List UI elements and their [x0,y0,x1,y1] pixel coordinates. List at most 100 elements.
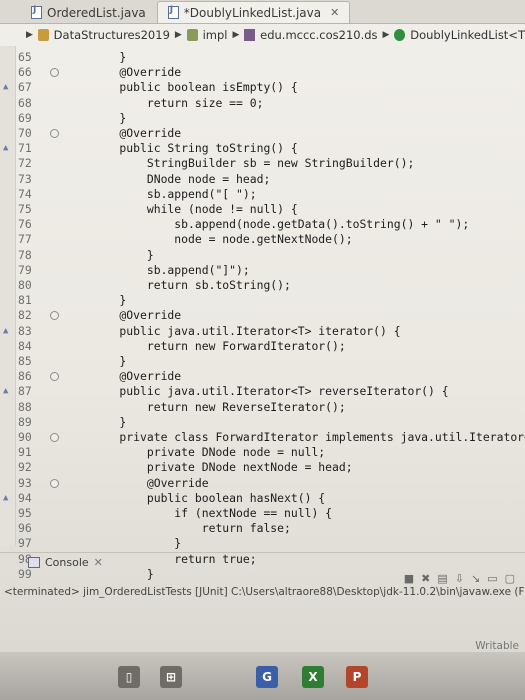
chevron-right-icon: ▶ [382,30,390,40]
tab-label: OrderedList.java [47,5,146,20]
line-number: 72 [18,156,32,171]
display-console-icon[interactable]: ▭ [487,572,497,585]
code-line[interactable]: 88 return new ReverseIterator(); [0,400,525,415]
line-number: 97 [18,536,32,551]
code-line[interactable]: 74 sb.append("[ "); [0,187,525,202]
code-text: node = node.getNextNode(); [92,232,353,247]
code-text: return new ForwardIterator(); [92,338,346,353]
code-line[interactable]: 90 private class ForwardIterator impleme… [0,430,525,445]
code-text: return size == 0; [92,95,264,110]
code-line[interactable]: 84 return new ForwardIterator(); [0,339,525,354]
code-text: @Override [92,475,209,490]
code-line[interactable]: 94 ▲ public boolean hasNext() { [0,491,525,506]
file-explorer-icon[interactable]: ▯ [118,666,140,688]
code-text: public java.util.Iterator<T> iterator() … [92,323,401,338]
code-line[interactable]: 73 DNode node = head; [0,172,525,187]
line-number: 67 [18,80,32,95]
code-line[interactable]: 93 @Override [0,476,525,491]
remove-launch-icon[interactable]: ✖ [421,572,430,585]
clear-console-icon[interactable]: ▤ [437,572,447,585]
code-line[interactable]: 82 @Override [0,308,525,323]
code-line[interactable]: 79 sb.append("]"); [0,263,525,278]
close-tab-icon[interactable]: ✕ [330,6,339,19]
line-number: 84 [18,338,32,353]
code-line[interactable]: 78 } [0,248,525,263]
code-line[interactable]: 95 if (nextNode == null) { [0,506,525,521]
tab-orderedlist[interactable]: OrderedList.java [20,1,157,23]
line-number: 83 [18,323,32,338]
line-number: 65 [18,50,32,64]
code-text: } [92,354,127,368]
code-text: } [92,110,127,125]
code-line[interactable]: 72 StringBuilder sb = new StringBuilder(… [0,156,525,171]
code-line[interactable]: 67 ▲ public boolean isEmpty() { [0,80,525,95]
line-number: 68 [18,95,32,110]
code-line[interactable]: 70 @Override [0,126,525,141]
code-text: @Override [92,65,182,80]
breadcrumb-project[interactable]: DataStructures2019 [54,28,170,42]
code-line[interactable]: 75 while (node != null) { [0,202,525,217]
code-line[interactable]: 66 @Override [0,65,525,80]
code-line[interactable]: 80 return sb.toString(); [0,278,525,293]
taskbar-app-ppt-icon[interactable]: P [346,666,368,688]
code-line[interactable]: 89 } [0,415,525,430]
console-tab[interactable]: Console [45,556,89,569]
source-folder-icon [186,29,198,41]
taskbar-app-g-icon[interactable]: G [256,666,278,688]
line-number: 91 [18,445,32,460]
line-number: 78 [18,247,32,262]
fold-toggle-icon[interactable] [50,478,59,488]
override-marker-icon[interactable]: ▲ [3,83,13,92]
close-console-icon[interactable]: ✕ [94,556,103,569]
fold-toggle-icon[interactable] [50,129,59,138]
code-line[interactable]: 96 return false; [0,521,525,536]
code-text: return sb.toString(); [92,278,291,292]
code-line[interactable]: 83 ▲ public java.util.Iterator<T> iterato… [0,324,525,339]
tab-doublylinkedlist[interactable]: *DoublyLinkedList.java ✕ [156,1,351,23]
status-writable: Writable [475,640,519,652]
class-icon [394,29,406,41]
code-line[interactable]: 86 @Override [0,369,525,384]
task-view-icon[interactable]: ⊞ [160,666,182,688]
java-file-icon [167,5,179,19]
code-text: public String toString() { [92,141,298,156]
code-line[interactable]: 68 return size == 0; [0,96,525,111]
code-line[interactable]: 81 } [0,293,525,308]
code-text: public boolean hasNext() { [92,490,326,505]
code-text: sb.append(node.getData().toString() + " … [92,217,470,232]
override-marker-icon[interactable]: ▲ [3,144,13,153]
code-line[interactable]: 71 ▲ public String toString() { [0,141,525,156]
code-line[interactable]: 76 sb.append(node.getData().toString() +… [0,217,525,232]
code-text: while (node != null) { [92,202,298,216]
override-marker-icon[interactable]: ▲ [3,326,13,336]
line-number: 73 [18,171,32,186]
console-toolbar: ■ ✖ ▤ ⇩ ↘ ▭ ▢ [404,572,515,585]
breadcrumb-package[interactable]: edu.mccc.cos210.ds [260,28,377,42]
chevron-right-icon: ▶ [232,30,240,40]
code-line[interactable]: 87 ▲ public java.util.Iterator<T> reverse… [0,384,525,399]
pin-console-icon[interactable]: ↘ [471,572,480,585]
code-line[interactable]: 85 } [0,354,525,369]
code-line[interactable]: 77 node = node.getNextNode(); [0,232,525,247]
breadcrumb-class[interactable]: DoublyLinkedList<T [410,28,525,42]
scroll-lock-icon[interactable]: ⇩ [455,572,464,585]
code-line[interactable]: 69 } [0,111,525,126]
line-number: 75 [18,202,32,216]
code-line[interactable]: 91 private DNode node = null; [0,445,525,460]
breadcrumb-folder[interactable]: impl [203,28,228,42]
ide-window: OrderedList.java *DoublyLinkedList.java … [0,0,525,700]
fold-toggle-icon[interactable] [50,433,59,442]
code-line[interactable]: 92 private DNode nextNode = head; [0,460,525,475]
line-number: 81 [18,293,32,308]
override-marker-icon[interactable]: ▲ [3,387,13,396]
code-line[interactable]: 97 } [0,536,525,551]
code-editor[interactable]: 65 } 66 @Override 67 ▲ public boolean isEmp… [0,46,525,581]
line-number: 77 [18,232,32,247]
minimize-icon[interactable]: ▢ [505,572,515,585]
override-marker-icon[interactable]: ▲ [3,493,13,503]
code-text: return new ReverseIterator(); [92,399,346,414]
code-line[interactable]: 65 } [0,50,525,65]
code-text: return false; [92,521,291,536]
terminate-icon[interactable]: ■ [404,572,414,585]
taskbar-app-x-icon[interactable]: X [302,666,324,688]
